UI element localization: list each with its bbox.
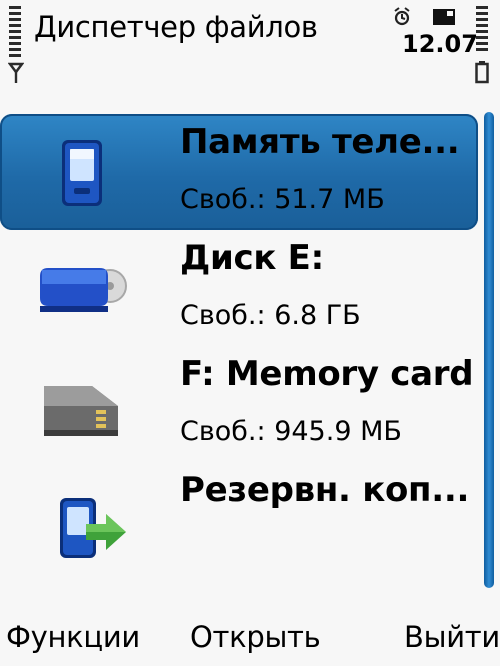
- clock: 12.07: [402, 30, 478, 58]
- antenna-icon: [8, 62, 24, 83]
- app-title: Диспетчер файлов: [34, 10, 318, 44]
- open-softkey[interactable]: Открыть: [190, 620, 321, 654]
- memory-card-icon: [44, 386, 118, 436]
- list-item-backup[interactable]: Резервн. коп...: [0, 462, 478, 578]
- phone-memory-icon: [62, 140, 102, 206]
- battery-icon: [474, 4, 490, 88]
- list-item-phone-memory[interactable]: Память теле... Своб.: 51.7 МБ: [0, 114, 478, 230]
- scrollbar[interactable]: [484, 112, 496, 588]
- item-free-space: Своб.: 945.9 МБ: [180, 416, 402, 447]
- backup-icon: [60, 498, 126, 558]
- list-item-drive-e[interactable]: Диск E: Своб.: 6.8 ГБ: [0, 230, 478, 346]
- item-title: Резервн. коп...: [180, 470, 470, 510]
- item-free-space: Своб.: 6.8 ГБ: [180, 300, 361, 331]
- item-title: Диск E:: [180, 238, 324, 278]
- item-title: F: Memory card: [180, 354, 474, 394]
- scroll-thumb[interactable]: [484, 112, 494, 588]
- status-bar: Диспетчер файлов 12.07: [0, 0, 500, 100]
- signal-strength-icon: [8, 4, 24, 88]
- status-indicators: [392, 6, 462, 28]
- item-free-space: Своб.: 51.7 МБ: [180, 184, 385, 215]
- mass-memory-drive-icon: [40, 268, 127, 312]
- list-item-memory-card[interactable]: F: Memory card Своб.: 945.9 МБ: [0, 346, 478, 462]
- item-title: Память теле...: [180, 122, 460, 162]
- options-softkey[interactable]: Функции: [6, 620, 140, 654]
- softkey-bar: Функции Открыть Выйти: [0, 606, 500, 666]
- message-icon: [433, 9, 455, 25]
- exit-softkey[interactable]: Выйти: [404, 620, 500, 654]
- alarm-icon: [394, 7, 410, 26]
